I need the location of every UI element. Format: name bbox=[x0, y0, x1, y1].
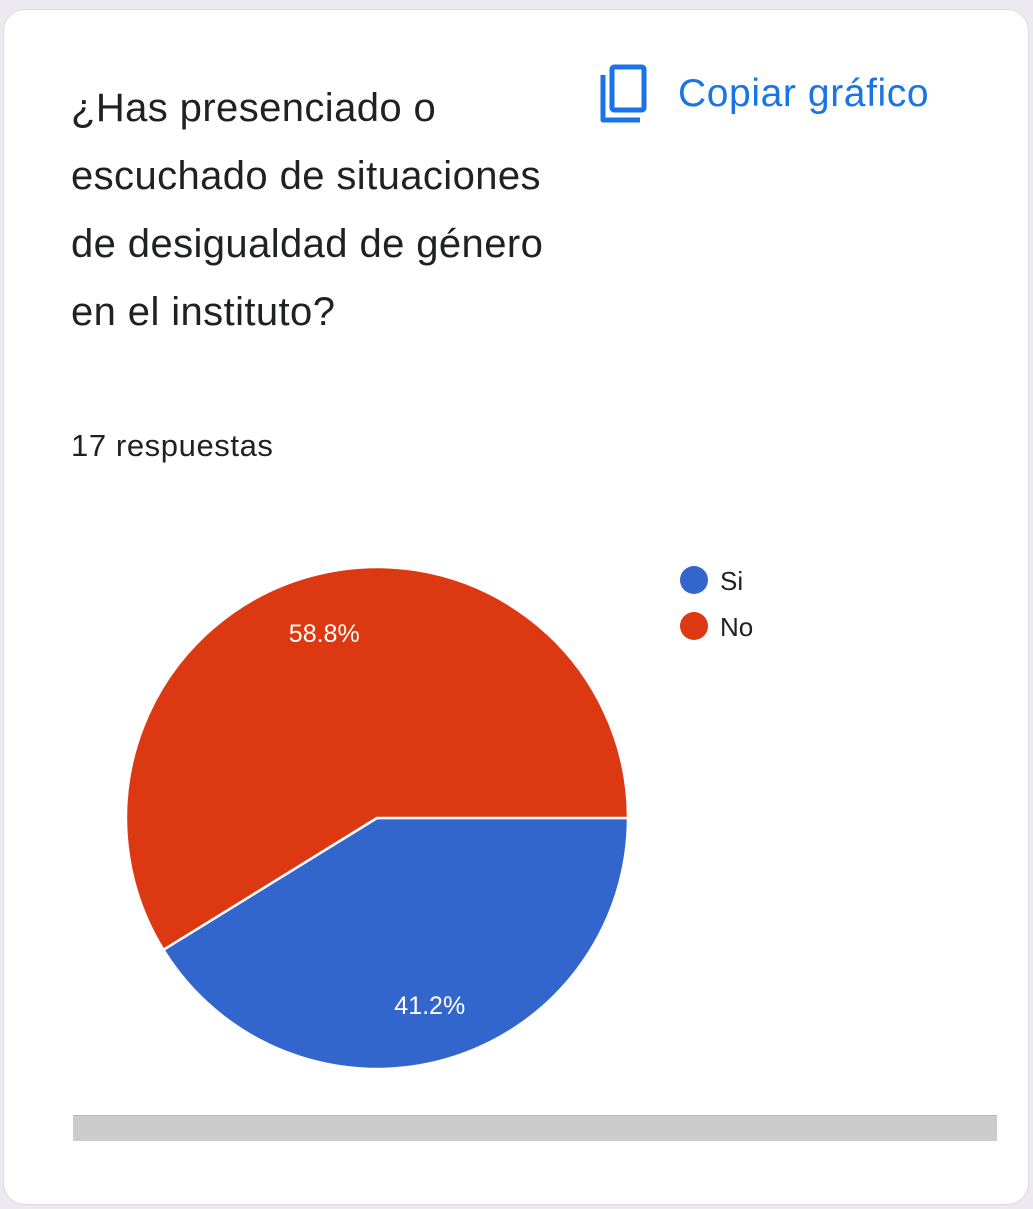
legend-label-no: No bbox=[720, 612, 753, 642]
legend-swatch-no bbox=[680, 612, 708, 640]
legend-label-si: Si bbox=[720, 566, 743, 596]
legend-item-si[interactable]: Si bbox=[680, 566, 743, 596]
data-label-si: 41.2% bbox=[394, 992, 465, 1020]
legend-item-no[interactable]: No bbox=[680, 612, 753, 642]
legend-swatch-si bbox=[680, 566, 708, 594]
chart-card: ¿Has presenciado o escuchado de situacio… bbox=[3, 9, 1029, 1205]
data-label-no: 58.8% bbox=[289, 620, 360, 648]
horizontal-scrollbar[interactable] bbox=[73, 1115, 997, 1141]
pie-chart: 41.2% 58.8% Si No bbox=[124, 565, 753, 1071]
